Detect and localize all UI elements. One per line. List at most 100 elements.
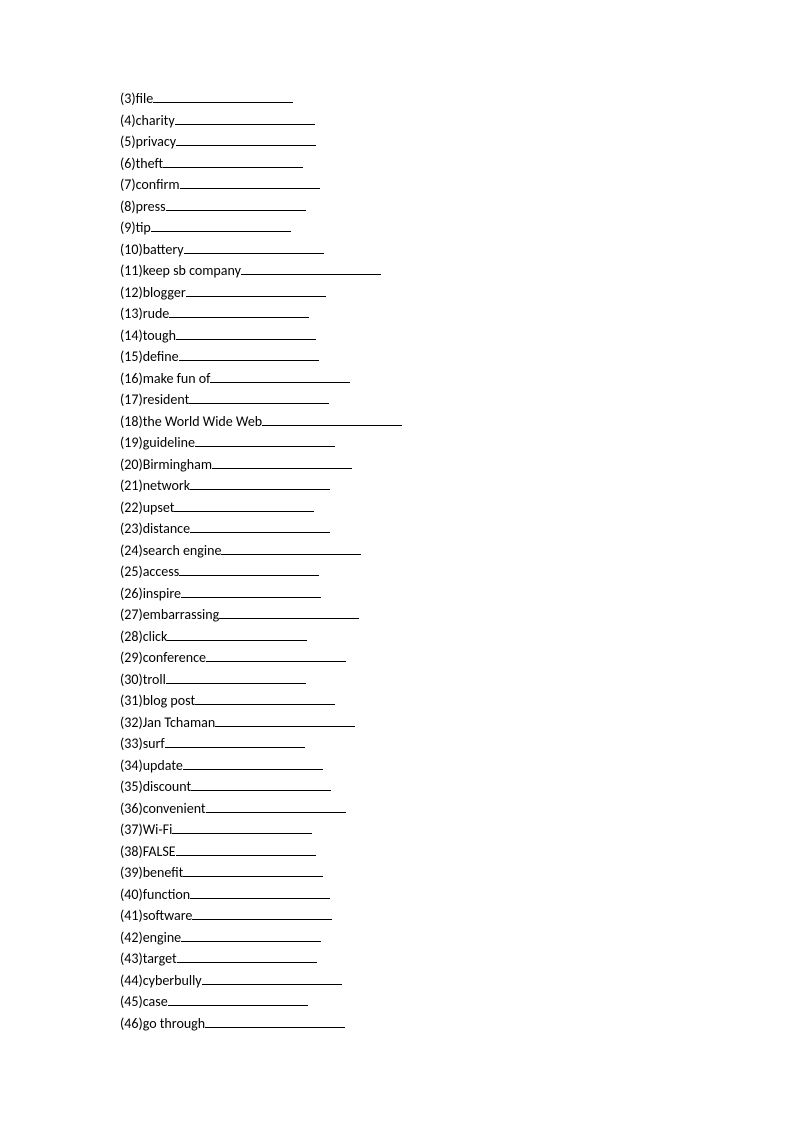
fill-in-blank[interactable] xyxy=(167,626,307,641)
list-item: (43)target xyxy=(120,948,794,970)
item-number: 34 xyxy=(124,757,138,774)
item-word: theft xyxy=(136,155,164,172)
item-number: 35 xyxy=(124,778,138,795)
fill-in-blank[interactable] xyxy=(181,927,321,942)
fill-in-blank[interactable] xyxy=(179,561,319,576)
fill-in-blank[interactable] xyxy=(189,389,329,404)
fill-in-blank[interactable] xyxy=(241,260,381,275)
fill-in-blank[interactable] xyxy=(183,755,323,770)
item-number: 14 xyxy=(124,327,138,344)
fill-in-blank[interactable] xyxy=(195,432,335,447)
item-number: 17 xyxy=(124,391,138,408)
item-number: 37 xyxy=(124,821,138,838)
list-item: (10)battery xyxy=(120,239,794,261)
fill-in-blank[interactable] xyxy=(166,669,306,684)
item-word: blogger xyxy=(143,284,186,301)
item-word: guideline xyxy=(143,434,195,451)
list-item: (11)keep sb company xyxy=(120,260,794,282)
item-number: 46 xyxy=(124,1015,138,1032)
list-item: (12)blogger xyxy=(120,282,794,304)
list-item: (35)discount xyxy=(120,776,794,798)
list-item: (7)confirm xyxy=(120,174,794,196)
item-number: 44 xyxy=(124,972,138,989)
fill-in-blank[interactable] xyxy=(205,1013,345,1028)
item-number: 24 xyxy=(124,542,138,559)
fill-in-blank[interactable] xyxy=(202,970,342,985)
item-number: 45 xyxy=(124,993,138,1010)
fill-in-blank[interactable] xyxy=(206,798,346,813)
fill-in-blank[interactable] xyxy=(177,948,317,963)
item-number: 23 xyxy=(124,520,138,537)
list-item: (38)FALSE xyxy=(120,841,794,863)
list-item: (21)network xyxy=(120,475,794,497)
fill-in-blank[interactable] xyxy=(176,841,316,856)
item-number: 29 xyxy=(124,649,138,666)
fill-in-blank[interactable] xyxy=(175,110,315,125)
item-word: rude xyxy=(143,305,170,322)
item-number: 40 xyxy=(124,886,138,903)
item-number: 22 xyxy=(124,499,138,516)
list-item: (20)Birmingham xyxy=(120,454,794,476)
item-number: 12 xyxy=(124,284,138,301)
item-number: 15 xyxy=(124,348,138,365)
fill-in-blank[interactable] xyxy=(153,88,293,103)
fill-in-blank[interactable] xyxy=(195,690,335,705)
item-word: charity xyxy=(136,112,175,129)
fill-in-blank[interactable] xyxy=(191,776,331,791)
fill-in-blank[interactable] xyxy=(190,475,330,490)
fill-in-blank[interactable] xyxy=(169,303,309,318)
item-word: define xyxy=(143,348,179,365)
item-word: tough xyxy=(143,327,176,344)
item-word: network xyxy=(143,477,190,494)
fill-in-blank[interactable] xyxy=(151,217,291,232)
fill-in-blank[interactable] xyxy=(174,497,314,512)
item-word: conference xyxy=(143,649,206,666)
item-number: 33 xyxy=(124,735,138,752)
item-word: resident xyxy=(143,391,190,408)
fill-in-blank[interactable] xyxy=(212,454,352,469)
fill-in-blank[interactable] xyxy=(179,346,319,361)
item-word: FALSE xyxy=(143,843,176,860)
list-item: (16)make fun of xyxy=(120,368,794,390)
list-item: (18)the World Wide Web xyxy=(120,411,794,433)
item-number: 36 xyxy=(124,800,138,817)
fill-in-blank[interactable] xyxy=(176,131,316,146)
fill-in-blank[interactable] xyxy=(168,991,308,1006)
fill-in-blank[interactable] xyxy=(262,411,402,426)
list-item: (17)resident xyxy=(120,389,794,411)
fill-in-blank[interactable] xyxy=(190,884,330,899)
fill-in-blank[interactable] xyxy=(183,862,323,877)
fill-in-blank[interactable] xyxy=(219,604,359,619)
item-word: cyberbully xyxy=(143,972,202,989)
item-word: troll xyxy=(143,671,166,688)
fill-in-blank[interactable] xyxy=(172,819,312,834)
item-number: 16 xyxy=(124,370,138,387)
item-word: Birmingham xyxy=(143,456,212,473)
list-item: (37)Wi-Fi xyxy=(120,819,794,841)
item-word: the World Wide Web xyxy=(143,413,262,430)
list-item: (23)distance xyxy=(120,518,794,540)
fill-in-blank[interactable] xyxy=(190,518,330,533)
item-word: blog post xyxy=(143,692,195,709)
list-item: (6)theft xyxy=(120,153,794,175)
fill-in-blank[interactable] xyxy=(210,368,350,383)
fill-in-blank[interactable] xyxy=(186,282,326,297)
fill-in-blank[interactable] xyxy=(163,153,303,168)
list-item: (26)inspire xyxy=(120,583,794,605)
fill-in-blank[interactable] xyxy=(221,540,361,555)
fill-in-blank[interactable] xyxy=(206,647,346,662)
item-word: embarrassing xyxy=(143,606,220,623)
fill-in-blank[interactable] xyxy=(215,712,355,727)
fill-in-blank[interactable] xyxy=(165,733,305,748)
item-word: software xyxy=(143,907,193,924)
list-item: (29)conference xyxy=(120,647,794,669)
fill-in-blank[interactable] xyxy=(176,325,316,340)
fill-in-blank[interactable] xyxy=(181,583,321,598)
item-word: target xyxy=(143,950,177,967)
fill-in-blank[interactable] xyxy=(180,174,320,189)
fill-in-blank[interactable] xyxy=(192,905,332,920)
fill-in-blank[interactable] xyxy=(184,239,324,254)
item-word: access xyxy=(143,563,179,580)
fill-in-blank[interactable] xyxy=(166,196,306,211)
list-item: (36)convenient xyxy=(120,798,794,820)
